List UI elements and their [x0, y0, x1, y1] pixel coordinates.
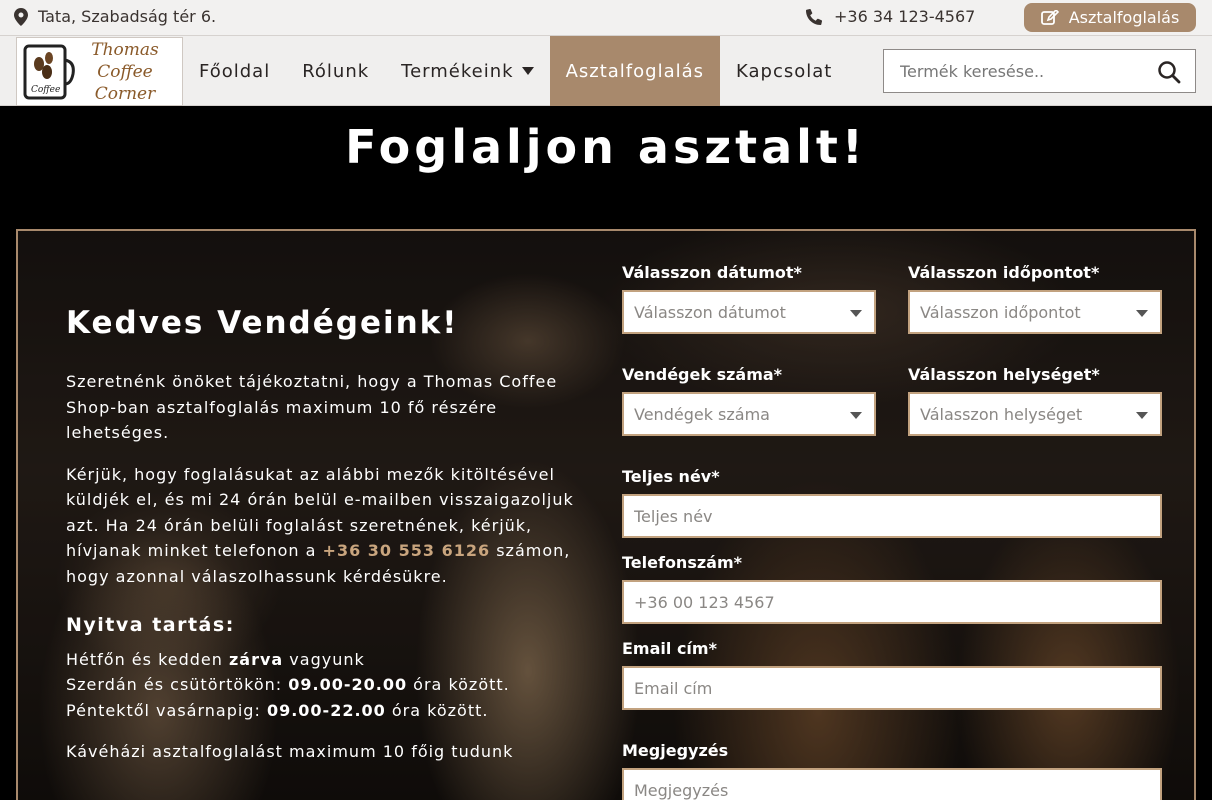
email-label: Email cím*: [622, 639, 717, 658]
name-label: Teljes név*: [622, 467, 720, 486]
booking-button-label: Asztalfoglalás: [1068, 8, 1180, 27]
hours-line-1: Hétfőn és kedden zárva vagyunk: [66, 649, 365, 669]
date-label: Válasszon dátumot*: [622, 263, 802, 282]
nav-item-about[interactable]: Rólunk: [286, 36, 385, 106]
edit-icon: [1040, 9, 1059, 25]
hours-line-3: Péntektől vasárnapig: 09.00-22.00 óra kö…: [66, 700, 489, 720]
phone-link[interactable]: +36 30 553 6126: [323, 541, 491, 560]
nav-item-booking[interactable]: Asztalfoglalás: [549, 36, 721, 106]
email-field[interactable]: [624, 668, 1160, 708]
guests-field[interactable]: [624, 394, 874, 434]
info-paragraph-4: Kávéházi asztalfoglalást maximum 10 főig…: [66, 742, 514, 761]
nav-item-label: Rólunk: [302, 60, 370, 82]
phone-text: +36 34 123-4567: [834, 7, 976, 26]
phone-field[interactable]: [624, 582, 1160, 622]
hours-line-2: Szerdán és csütörtökön: 09.00-20.00 óra …: [66, 675, 510, 694]
note-field[interactable]: [624, 770, 1160, 800]
booking-panel: Kedves Vendégeink! Szeretnénk önöket táj…: [16, 229, 1196, 800]
place-field[interactable]: [910, 394, 1160, 434]
page-title: Foglaljon asztalt!: [345, 120, 867, 174]
date-field[interactable]: [624, 292, 874, 332]
svg-text:Coffee: Coffee: [31, 85, 60, 95]
caret-down-icon: [521, 67, 534, 75]
phone-icon: [806, 8, 822, 25]
nav-menu: Főoldal Rólunk Termékeink Asztalfoglalás…: [183, 36, 848, 106]
name-field[interactable]: [624, 496, 1160, 536]
opening-hours-heading: Nyitva tartás:: [66, 614, 235, 636]
address-text: Tata, Szabadság tér 6.: [38, 7, 217, 26]
brand-name: Thomas Coffee Corner: [75, 39, 175, 105]
name-input-wrap: [622, 494, 1162, 538]
search-box: [883, 49, 1196, 93]
caret-down-icon: [1136, 310, 1148, 317]
address: Tata, Szabadság tér 6.: [14, 7, 216, 26]
caret-down-icon: [850, 310, 862, 317]
info-paragraph-1: Szeretnénk önöket tájékoztatni, hogy a T…: [66, 372, 558, 442]
time-label: Válasszon időpontot*: [908, 263, 1100, 282]
place-label: Válasszon helységet*: [908, 365, 1100, 384]
note-label: Megjegyzés: [622, 741, 729, 760]
main-nav: Coffee Thomas Coffee Corner Főoldal Rólu…: [0, 35, 1212, 106]
search-icon[interactable]: [1157, 60, 1181, 84]
nav-item-home[interactable]: Főoldal: [183, 36, 286, 106]
nav-item-label: Asztalfoglalás: [565, 60, 705, 82]
time-select[interactable]: [908, 290, 1162, 334]
time-field[interactable]: [910, 292, 1160, 332]
caret-down-icon: [850, 412, 862, 419]
email-input-wrap: [622, 666, 1162, 710]
nav-item-label: Főoldal: [199, 60, 271, 82]
welcome-heading: Kedves Vendégeink!: [66, 305, 459, 341]
map-pin-icon: [14, 7, 28, 26]
welcome-text: Kedves Vendégeink! Szeretnénk önöket táj…: [66, 303, 586, 781]
brand-line-2: Corner: [94, 83, 156, 104]
nav-item-label: Kapcsolat: [736, 60, 833, 82]
logo[interactable]: Coffee Thomas Coffee Corner: [16, 37, 183, 106]
nav-item-contact[interactable]: Kapcsolat: [720, 36, 848, 106]
place-select[interactable]: [908, 392, 1162, 436]
note-input-wrap: [622, 768, 1162, 800]
guests-label: Vendégek száma*: [622, 365, 783, 384]
search-input[interactable]: [884, 61, 1139, 81]
date-select[interactable]: [622, 290, 876, 334]
nav-item-label: Termékeink: [401, 60, 514, 82]
brand-line-1: Thomas Coffee: [91, 39, 159, 82]
phone-input-wrap: [622, 580, 1162, 624]
top-bar: Tata, Szabadság tér 6. +36 34 123-4567 A…: [0, 0, 1212, 35]
phone-contact[interactable]: +36 34 123-4567: [806, 7, 975, 26]
caret-down-icon: [1136, 412, 1148, 419]
booking-button[interactable]: Asztalfoglalás: [1024, 3, 1196, 32]
phone-label: Telefonszám*: [622, 553, 742, 572]
info-paragraph-2: Kérjük, hogy foglalásukat az alábbi mező…: [66, 462, 586, 590]
guests-select[interactable]: [622, 392, 876, 436]
nav-item-products[interactable]: Termékeink: [385, 36, 549, 106]
coffee-cup-logo-icon: Coffee: [23, 44, 75, 99]
